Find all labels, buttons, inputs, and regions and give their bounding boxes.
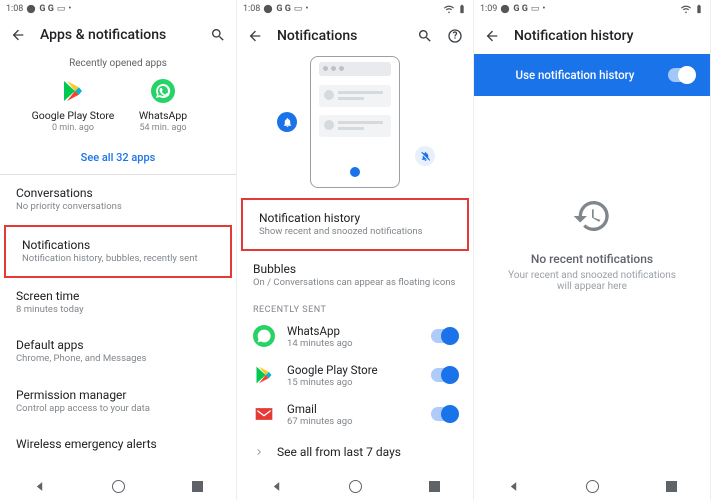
recently-opened-label: Recently opened apps — [0, 52, 236, 79]
chevron-right-icon — [253, 446, 265, 458]
banner-label: Use notification history — [482, 68, 668, 82]
whatsapp-status-icon — [263, 4, 273, 14]
item-bubbles[interactable]: Bubbles On / Conversations can appear as… — [237, 251, 473, 300]
back-icon[interactable] — [10, 27, 26, 43]
bell-active-icon — [277, 112, 297, 132]
whatsapp-icon — [151, 79, 175, 103]
nav-bar — [0, 472, 236, 500]
app-name: Google Play Store — [28, 109, 118, 122]
recent-apps-row: Google Play Store 0 min. ago WhatsApp 54… — [0, 79, 236, 139]
battery-icon — [457, 4, 467, 14]
bell-off-icon — [415, 146, 435, 166]
battery-icon — [694, 4, 704, 14]
play-store-icon — [254, 365, 274, 385]
nav-bar — [474, 472, 710, 500]
google-g-icon: G G — [39, 4, 54, 14]
empty-title: No recent notifications — [474, 252, 710, 266]
highlight-history: Notification history Show recent and sno… — [241, 198, 469, 251]
page-title: Notifications — [277, 28, 357, 44]
app-name: WhatsApp — [118, 109, 208, 122]
toggle-switch[interactable] — [431, 407, 457, 421]
nav-home-icon[interactable] — [349, 480, 362, 493]
help-icon[interactable] — [447, 28, 463, 44]
nav-home-icon[interactable] — [586, 480, 599, 493]
recently-sent-label: Recently sent — [237, 301, 473, 317]
highlight-notifications: Notifications Notification history, bubb… — [4, 225, 232, 278]
item-notifications[interactable]: Notifications Notification history, bubb… — [6, 227, 230, 276]
search-icon[interactable] — [210, 27, 226, 43]
voicemail-icon: ▭ — [57, 4, 66, 14]
gmail-icon — [254, 406, 274, 422]
use-history-banner[interactable]: Use notification history — [474, 54, 710, 96]
app-card-whatsapp[interactable]: WhatsApp 54 min. ago — [118, 79, 208, 133]
status-bar: 1:08 G G ▭ • — [237, 0, 473, 18]
toggle-switch[interactable] — [431, 368, 457, 382]
search-icon[interactable] — [417, 28, 433, 44]
page-title: Notification history — [514, 28, 634, 44]
notifications-illustration — [237, 54, 473, 198]
voicemail-icon: ▭ — [531, 4, 540, 14]
banner-toggle[interactable] — [668, 68, 694, 82]
app-card-playstore[interactable]: Google Play Store 0 min. ago — [28, 79, 118, 133]
see-all-recent[interactable]: See all from last 7 days — [237, 434, 473, 471]
item-permission-manager[interactable]: Permission manager Control app access to… — [0, 377, 236, 426]
toggle-switch[interactable] — [431, 329, 457, 343]
voicemail-icon: ▭ — [294, 4, 303, 14]
item-notification-history[interactable]: Notification history Show recent and sno… — [243, 200, 467, 249]
whatsapp-status-icon — [26, 4, 36, 14]
status-time: 1:08 — [6, 4, 23, 14]
item-conversations[interactable]: Conversations No priority conversations — [0, 175, 236, 224]
app-bar: Notifications — [237, 18, 473, 54]
recent-gmail[interactable]: Gmail 67 minutes ago — [237, 395, 473, 434]
item-screen-time[interactable]: Screen time 8 minutes today — [0, 278, 236, 327]
see-all-apps-link[interactable]: See all 32 apps — [0, 139, 236, 174]
screen-apps-notifications: 1:08 G G ▭ • Apps & notifications Recent… — [0, 0, 237, 500]
back-icon[interactable] — [484, 28, 500, 44]
google-g-icon: G G — [513, 4, 528, 14]
app-time: 54 min. ago — [118, 123, 208, 133]
status-bar: 1:08 G G ▭ • — [0, 0, 236, 17]
status-time: 1:08 — [243, 4, 260, 14]
nav-recents-icon[interactable] — [429, 481, 440, 492]
screen-notifications: 1:08 G G ▭ • Notifications — [237, 0, 474, 500]
nav-back-icon[interactable] — [33, 480, 46, 493]
status-bar: 1:09 G G ▭ • — [474, 0, 710, 18]
recent-playstore[interactable]: Google Play Store 15 minutes ago — [237, 356, 473, 395]
nav-home-icon[interactable] — [112, 480, 125, 493]
back-icon[interactable] — [247, 28, 263, 44]
item-wireless-alerts[interactable]: Wireless emergency alerts — [0, 426, 236, 463]
recent-whatsapp[interactable]: WhatsApp 14 minutes ago — [237, 317, 473, 356]
nav-recents-icon[interactable] — [666, 481, 677, 492]
nav-back-icon[interactable] — [507, 480, 520, 493]
whatsapp-icon — [253, 325, 275, 347]
empty-sub: Your recent and snoozed notifications wi… — [474, 266, 710, 296]
history-illustration — [474, 196, 710, 236]
nav-recents-icon[interactable] — [192, 481, 203, 492]
status-time: 1:09 — [480, 4, 497, 14]
google-g-icon: G G — [276, 4, 291, 14]
whatsapp-status-icon — [500, 4, 510, 14]
app-time: 0 min. ago — [28, 123, 118, 133]
wifi-icon — [681, 4, 691, 14]
screen-notification-history: 1:09 G G ▭ • Notification history Use no… — [474, 0, 711, 500]
page-title: Apps & notifications — [40, 27, 166, 43]
app-bar: Apps & notifications — [0, 17, 236, 52]
play-store-icon — [61, 79, 85, 103]
item-default-apps[interactable]: Default apps Chrome, Phone, and Messages — [0, 327, 236, 376]
wifi-icon — [444, 4, 454, 14]
nav-bar — [237, 472, 473, 500]
app-bar: Notification history — [474, 18, 710, 54]
nav-back-icon[interactable] — [270, 480, 283, 493]
